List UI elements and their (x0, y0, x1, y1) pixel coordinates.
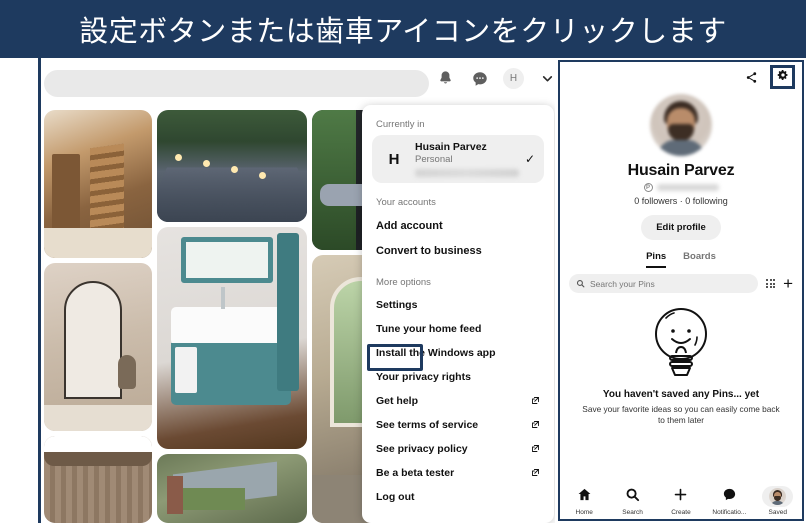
chevron-down-icon[interactable] (537, 68, 555, 89)
external-link-icon (531, 468, 540, 479)
account-type: Personal (415, 154, 453, 166)
nav-label: Create (671, 508, 691, 516)
profile-tabs: Pins Boards (560, 251, 802, 268)
settings-gear-highlight (770, 65, 795, 89)
account-avatar[interactable]: H (503, 68, 524, 89)
profile-name: Husain Parvez (627, 162, 735, 179)
pinterest-logo-icon: P (643, 183, 653, 192)
tab-pins[interactable]: Pins (646, 251, 667, 268)
bottom-navigation: Home Search Create Notificatio... Saved (560, 483, 802, 519)
profile-stats: 0 followers · 0 following (634, 196, 728, 206)
nav-item-saved[interactable]: Saved (755, 486, 801, 516)
check-icon: ✓ (524, 152, 535, 166)
account-name: Husain Parvez (415, 141, 487, 154)
nav-label: Notificatio... (712, 508, 747, 516)
menu-item-label: Your privacy rights (376, 371, 471, 383)
profile-handle: P (560, 183, 802, 192)
pin-card[interactable] (157, 110, 307, 222)
instruction-banner-text: 設定ボタンまたは歯車アイコンをクリックします (79, 14, 727, 48)
chat-bubble-icon (722, 487, 737, 507)
pin-card[interactable] (157, 454, 307, 523)
share-icon[interactable] (745, 71, 758, 89)
profile-handle-redacted (656, 184, 719, 191)
menu-item-install-the-windows-app[interactable]: Install the Windows app (362, 341, 554, 365)
menu-item-your-privacy-rights[interactable]: Your privacy rights (362, 365, 554, 389)
screenshot-root: 設定ボタンまたは歯車アイコンをクリックします H Currently in H … (0, 0, 806, 523)
menu-item-label: See terms of service (376, 419, 479, 431)
search-input[interactable] (44, 70, 429, 97)
instruction-banner: 設定ボタンまたは歯車アイコンをクリックします (0, 0, 806, 58)
menu-item-label: Log out (376, 491, 415, 503)
search-icon (576, 275, 585, 293)
menu-item-be-a-beta-tester[interactable]: Be a beta tester (362, 461, 554, 485)
account-avatar-letter: H (388, 150, 400, 168)
grid-icon[interactable] (766, 279, 776, 288)
notifications-icon[interactable] (435, 68, 456, 89)
messages-icon[interactable] (469, 68, 490, 89)
empty-state-subtitle: Save your favorite ideas so you can easi… (582, 404, 780, 426)
menu-item-log-out[interactable]: Log out (362, 485, 554, 509)
nav-item-notifications[interactable]: Notificatio... (706, 487, 752, 516)
menu-item-see-terms-of-service[interactable]: See terms of service (362, 413, 554, 437)
menu-item-label: Convert to business (376, 244, 482, 257)
menu-item-label: Get help (376, 395, 419, 407)
plus-icon[interactable]: + (783, 275, 793, 292)
pin-card[interactable] (44, 110, 152, 258)
menu-item-label: See privacy policy (376, 443, 468, 455)
empty-state: You haven't saved any Pins... yet Save y… (560, 301, 802, 426)
your-accounts-label: Your accounts (376, 197, 436, 208)
external-link-icon (531, 420, 540, 431)
profile-avatar (650, 94, 712, 156)
pin-card[interactable] (44, 263, 152, 431)
pin-card[interactable] (44, 436, 152, 523)
menu-item-label: Tune your home feed (376, 323, 482, 335)
menu-item-settings[interactable]: Settings (362, 293, 554, 317)
menu-item-label: Install the Windows app (376, 347, 496, 359)
search-your-pins-input[interactable]: Search your Pins (569, 274, 759, 293)
nav-item-home[interactable]: Home (561, 487, 607, 516)
home-icon (577, 487, 592, 507)
profile-avatar-icon (762, 486, 794, 507)
external-link-icon (531, 396, 540, 407)
menu-item-get-help[interactable]: Get help (362, 389, 554, 413)
menu-item-label: Be a beta tester (376, 467, 455, 479)
gear-icon[interactable] (777, 68, 789, 86)
lightbulb-face-icon (655, 308, 707, 376)
plus-icon (673, 487, 688, 507)
nav-label: Search (622, 508, 643, 516)
pinterest-web-view: H Currently in H Husain Parvez Personal … (38, 58, 555, 523)
tab-boards[interactable]: Boards (683, 251, 716, 268)
edit-profile-button[interactable]: Edit profile (641, 215, 721, 240)
current-account-row[interactable]: H Husain Parvez Personal ✓ (372, 135, 544, 183)
menu-item-add-account[interactable]: Add account (362, 213, 554, 238)
mobile-search-row: Search your Pins + (560, 268, 802, 293)
menu-item-see-privacy-policy[interactable]: See privacy policy (362, 437, 554, 461)
topbar-icon-group: H (435, 68, 555, 89)
mobile-top-actions (560, 62, 802, 92)
nav-item-create[interactable]: Create (658, 487, 704, 516)
pinterest-mobile-view: Husain Parvez P 0 followers · 0 followin… (558, 60, 804, 521)
nav-label: Home (575, 508, 593, 516)
search-icon (625, 487, 640, 507)
search-placeholder: Search your Pins (590, 278, 655, 289)
nav-label: Saved (768, 509, 787, 516)
currently-in-label: Currently in (376, 119, 425, 130)
menu-item-label: Add account (376, 219, 443, 232)
menu-item-tune-your-home-feed[interactable]: Tune your home feed (362, 317, 554, 341)
nav-item-search[interactable]: Search (610, 487, 656, 516)
external-link-icon (531, 444, 540, 455)
menu-item-label: Settings (376, 299, 418, 311)
menu-item-convert-to-business[interactable]: Convert to business (362, 238, 554, 263)
web-topbar: H (41, 58, 555, 106)
pin-card[interactable] (157, 227, 307, 449)
account-email-redacted (415, 168, 519, 177)
more-options-label: More options (376, 277, 431, 288)
empty-state-title: You haven't saved any Pins... yet (602, 389, 760, 400)
account-dropdown-menu: Currently in H Husain Parvez Personal ✓ … (362, 105, 554, 523)
account-info: Husain Parvez Personal (415, 141, 521, 177)
